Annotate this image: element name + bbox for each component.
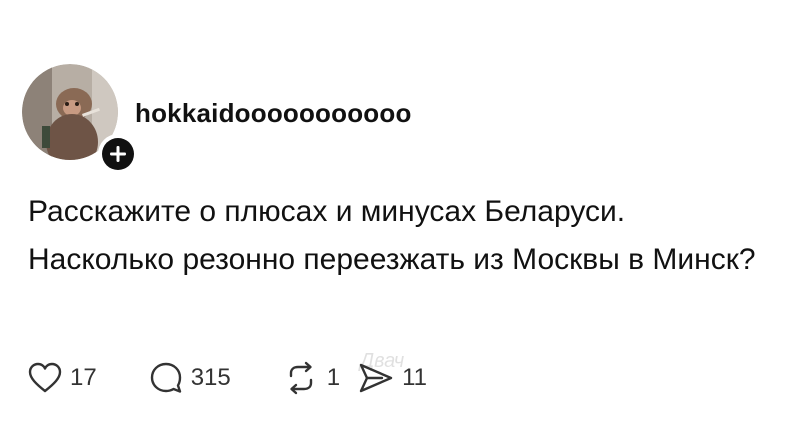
reply-count: 315 (190, 364, 231, 391)
repost-icon (289, 361, 312, 395)
reply-button[interactable]: 315 (149, 361, 231, 395)
comment-icon (150, 362, 181, 393)
plus-icon (110, 146, 126, 162)
post-card: hokkaidooooooooooo Расскажите о плюсах и… (0, 0, 800, 427)
post-text: Расскажите о плюсах и минусах Беларуси. … (28, 195, 756, 276)
heart-icon (28, 362, 62, 393)
repost-count: 1 (326, 364, 341, 391)
like-button[interactable]: 17 (28, 362, 97, 394)
post-actions: 17 315 1 11 (28, 358, 427, 398)
author-avatar-container[interactable] (22, 64, 138, 174)
author-username[interactable]: hokkaidooooooooooo (135, 98, 412, 129)
like-count: 17 (70, 364, 97, 391)
repost-button[interactable]: 1 (283, 361, 340, 395)
follow-button-bg (102, 138, 134, 170)
share-button[interactable]: 11 (358, 361, 427, 395)
share-count: 11 (402, 364, 428, 391)
follow-button[interactable] (98, 134, 138, 174)
send-icon (359, 363, 393, 393)
